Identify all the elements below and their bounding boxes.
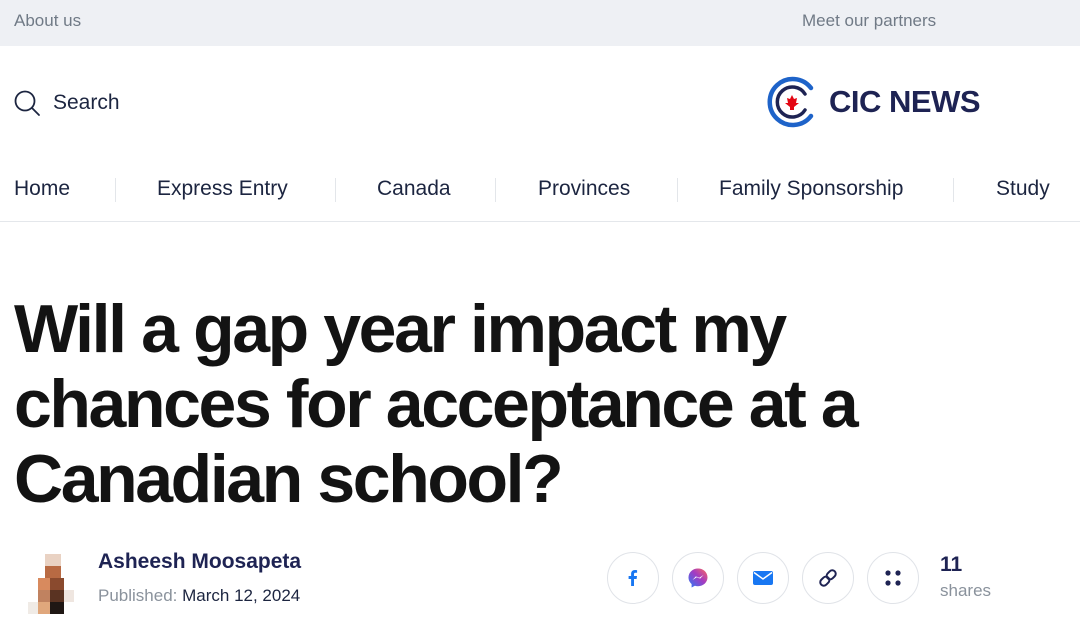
share-count: 11 bbox=[940, 553, 963, 576]
top-utility-bar: About us Meet our partners bbox=[0, 0, 1080, 46]
search-button[interactable]: Search bbox=[13, 88, 120, 118]
site-logo[interactable]: CIC NEWS bbox=[764, 76, 981, 128]
facebook-icon bbox=[628, 570, 638, 586]
nav-divider bbox=[495, 178, 496, 202]
partners-link[interactable]: Meet our partners bbox=[802, 11, 936, 31]
nav-divider bbox=[953, 178, 954, 202]
email-icon bbox=[753, 571, 773, 585]
published-date-value: March 12, 2024 bbox=[182, 586, 301, 605]
article-title-line: chances for acceptance at a bbox=[14, 366, 859, 442]
publish-date: Published: March 12, 2024 bbox=[98, 586, 300, 606]
more-share-options-button[interactable] bbox=[867, 552, 919, 604]
author-name[interactable]: Asheesh Moosapeta bbox=[98, 550, 301, 574]
copy-link-button[interactable] bbox=[802, 552, 854, 604]
published-label: Published: bbox=[98, 586, 178, 605]
nav-item-family-sponsorship[interactable]: Family Sponsorship bbox=[719, 177, 903, 201]
search-icon bbox=[14, 90, 40, 116]
cic-maple-leaf-logo-icon bbox=[767, 76, 814, 128]
nav-bottom-border bbox=[0, 221, 1080, 222]
article-title-line: Will a gap year impact my bbox=[14, 291, 787, 367]
share-email-button[interactable] bbox=[737, 552, 789, 604]
article-title-line: Canadian school? bbox=[14, 441, 564, 517]
article-title: Will a gap year impact my chances for ac… bbox=[14, 292, 914, 517]
about-us-link[interactable]: About us bbox=[14, 11, 81, 31]
nav-item-express-entry[interactable]: Express Entry bbox=[157, 177, 288, 201]
nav-divider bbox=[677, 178, 678, 202]
link-icon bbox=[819, 569, 837, 587]
share-messenger-button[interactable] bbox=[672, 552, 724, 604]
share-facebook-button[interactable] bbox=[607, 552, 659, 604]
nav-divider bbox=[115, 178, 116, 202]
main-navigation: Home Express Entry Canada Provinces Fami… bbox=[0, 170, 1080, 210]
nav-item-canada[interactable]: Canada bbox=[377, 177, 451, 201]
author-avatar[interactable] bbox=[18, 554, 76, 614]
search-label: Search bbox=[53, 91, 120, 114]
more-icon bbox=[885, 570, 901, 586]
nav-divider bbox=[335, 178, 336, 202]
nav-item-provinces[interactable]: Provinces bbox=[538, 177, 630, 201]
share-count-label: shares bbox=[940, 581, 992, 600]
nav-item-study[interactable]: Study bbox=[996, 177, 1050, 201]
messenger-icon bbox=[688, 568, 708, 588]
nav-item-home[interactable]: Home bbox=[14, 177, 70, 201]
logo-text: CIC NEWS bbox=[829, 84, 981, 119]
